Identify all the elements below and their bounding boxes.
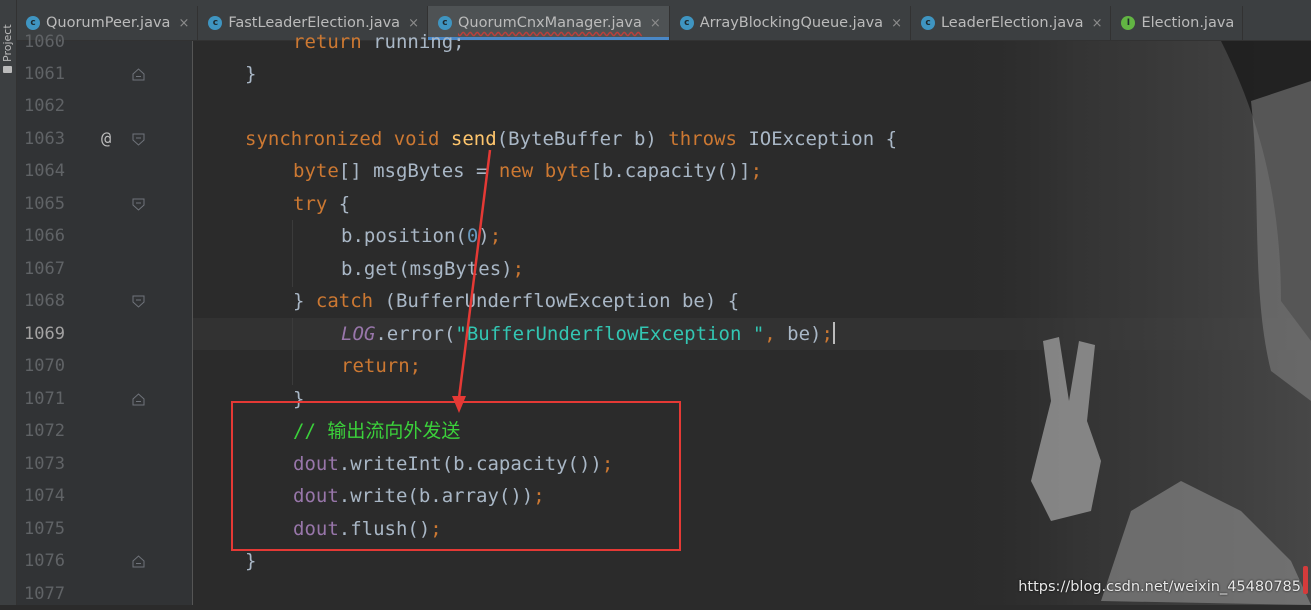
scrollbar-marker[interactable] — [1303, 566, 1308, 594]
annotation-arrow-icon — [0, 0, 1311, 605]
watermark-text: https://blog.csdn.net/weixin_45480785 — [1018, 579, 1301, 595]
